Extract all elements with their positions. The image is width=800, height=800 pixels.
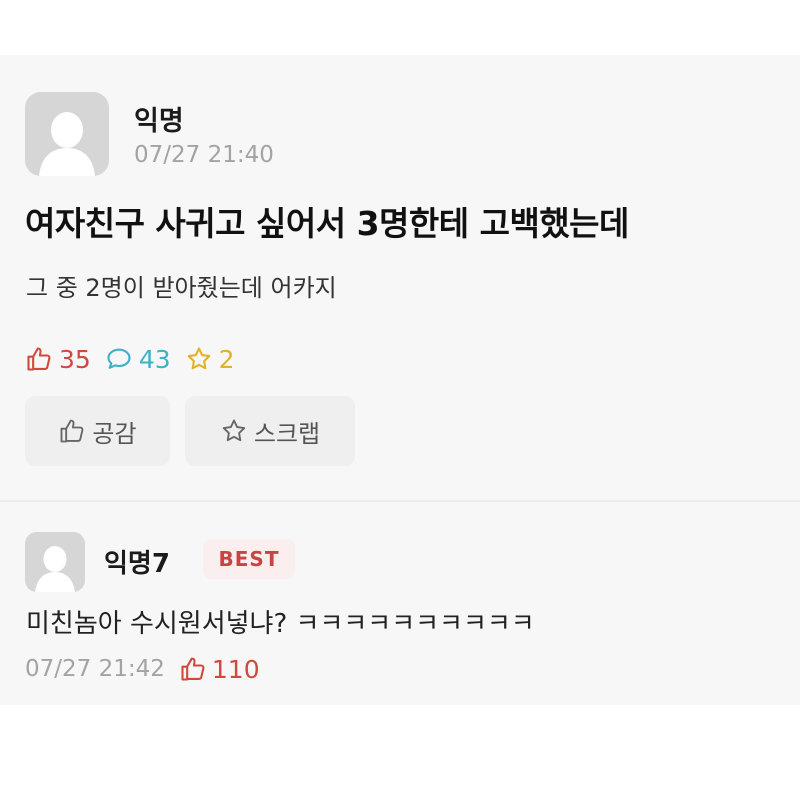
post-avatar	[25, 92, 109, 176]
post-title: 여자친구 사귀고 싶어서 3명한테 고백했는데	[25, 204, 629, 243]
scrap-button-label: 스크랩	[253, 419, 321, 448]
thumbs-up-icon	[181, 657, 205, 681]
comment-divider	[0, 500, 800, 502]
scrap-button[interactable]: 스크랩	[185, 396, 355, 466]
post-stats: 35 43 2	[25, 342, 249, 376]
speech-bubble-icon	[107, 348, 131, 369]
star-icon	[222, 419, 246, 442]
avatar-placeholder-icon	[25, 92, 109, 176]
comment-author: 익명7	[104, 549, 170, 579]
comment-avatar	[25, 532, 85, 592]
best-badge: BEST	[203, 539, 295, 579]
comment-like-count: 110	[211, 654, 260, 684]
like-count-value: 35	[59, 344, 91, 374]
comment-like-button[interactable]: 110	[179, 655, 260, 684]
post-date: 07/27 21:40	[134, 142, 274, 168]
comment-text: 미친놈아 수시원서넣냐? ㅋㅋㅋㅋㅋㅋㅋㅋㅋㅋ	[26, 609, 535, 639]
comment-date: 07/27 21:42	[25, 656, 165, 682]
scrap-count-value: 2	[218, 344, 235, 374]
comment-meta: 07/27 21:42 110	[25, 652, 260, 686]
scrap-count: 2	[185, 345, 235, 374]
post-body: 그 중 2명이 받아줬는데 어카지	[26, 274, 337, 302]
empathy-button-label: 공감	[92, 419, 137, 448]
thumbs-up-icon	[60, 419, 84, 443]
thumbs-up-icon	[27, 347, 51, 371]
comment-count: 43	[105, 345, 171, 374]
star-icon	[187, 347, 210, 370]
post-card: 익명 07/27 21:40 여자친구 사귀고 싶어서 3명한테 고백했는데 그…	[0, 55, 800, 705]
post-author: 익명	[134, 106, 184, 137]
comment-count-value: 43	[138, 344, 171, 374]
empathy-button[interactable]: 공감	[25, 396, 170, 466]
like-count: 35	[25, 345, 91, 374]
avatar-placeholder-icon	[25, 532, 85, 592]
